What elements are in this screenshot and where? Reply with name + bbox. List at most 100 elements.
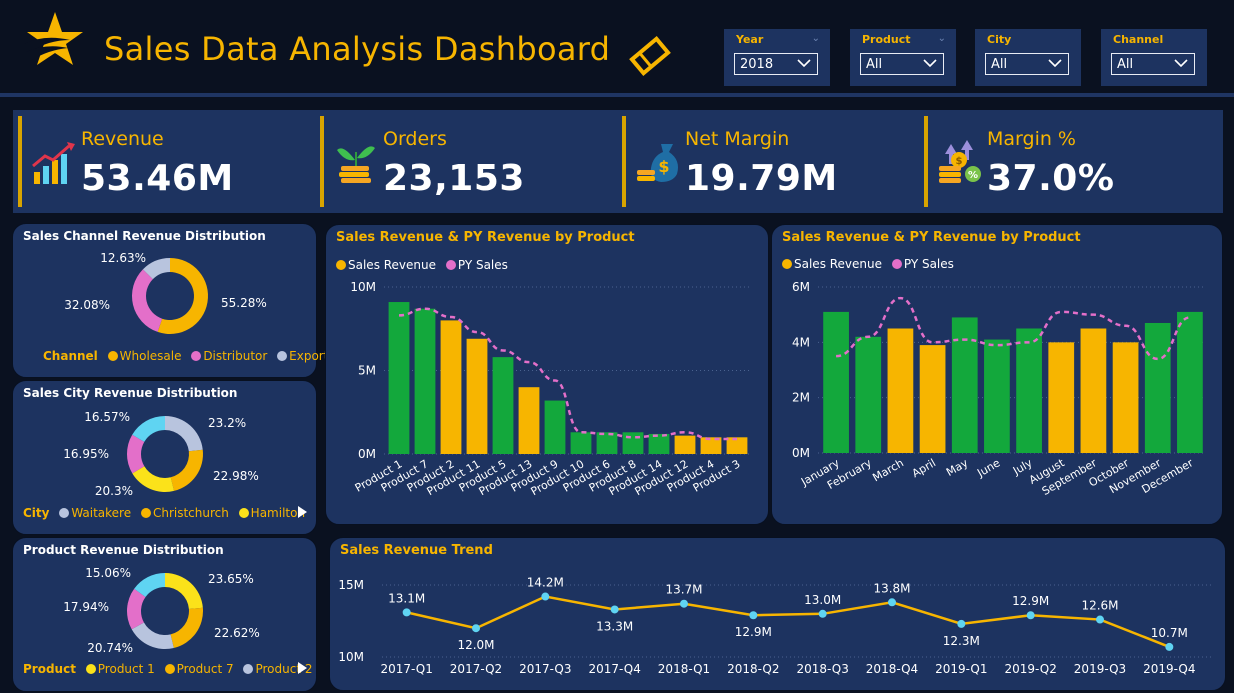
legend-item[interactable]: Christchurch xyxy=(140,506,229,520)
bar[interactable] xyxy=(855,336,882,453)
bar[interactable] xyxy=(596,432,618,454)
bar[interactable] xyxy=(414,308,436,454)
bar[interactable] xyxy=(388,302,410,454)
legend-dot xyxy=(140,508,151,518)
chevron-down-icon xyxy=(1174,59,1188,68)
month-bar-card: Sales Revenue & PY Revenue by Product Sa… xyxy=(771,224,1223,525)
bar[interactable] xyxy=(887,328,914,454)
data-point[interactable] xyxy=(1026,611,1035,620)
data-point[interactable] xyxy=(888,598,896,607)
y-tick-label: 6M xyxy=(792,280,810,294)
bar[interactable] xyxy=(1080,328,1107,454)
city-dropdown[interactable]: All xyxy=(985,53,1069,75)
bar[interactable] xyxy=(466,338,488,454)
donut-ring xyxy=(126,573,203,649)
data-point[interactable] xyxy=(749,611,758,620)
donut-slice[interactable] xyxy=(170,449,204,491)
data-label: 13.0M xyxy=(804,593,841,607)
city-value: All xyxy=(991,57,1008,72)
x-tick-label: 2017-Q4 xyxy=(588,662,640,676)
bar[interactable] xyxy=(518,387,540,454)
legend-item[interactable]: Export xyxy=(277,349,328,363)
slice-label: 15.06% xyxy=(85,566,131,580)
data-point[interactable] xyxy=(610,605,619,614)
x-tick-label: 2018-Q4 xyxy=(866,662,918,676)
legend-next-arrow-icon[interactable] xyxy=(298,662,307,674)
chevron-down-icon[interactable]: ⌄ xyxy=(938,33,946,44)
slice-label: 12.63% xyxy=(100,251,146,265)
data-label: 10.7M xyxy=(1151,626,1188,640)
legend-dot xyxy=(59,508,70,518)
donut-slice[interactable] xyxy=(132,269,163,332)
legend-item[interactable]: Product 1 xyxy=(85,662,155,676)
donut-slice[interactable] xyxy=(165,416,203,452)
legend-label: Product 7 xyxy=(176,662,234,676)
donut-slice[interactable] xyxy=(127,434,145,474)
channel-slicer[interactable]: Channel All xyxy=(1101,29,1207,86)
bar[interactable] xyxy=(570,432,592,454)
city-slicer[interactable]: City All xyxy=(975,29,1081,86)
x-tick-label: 2017-Q1 xyxy=(380,662,432,676)
x-tick-label: April xyxy=(910,456,938,480)
bar[interactable] xyxy=(1048,342,1075,453)
donut-slice[interactable] xyxy=(131,622,174,649)
donut-slice[interactable] xyxy=(132,466,175,492)
legend-item[interactable]: Wholesale xyxy=(107,349,181,363)
month-bar-chart: 0M2M4M6MJanuaryFebruaryMarch April May June… xyxy=(792,280,1206,498)
legend-next-arrow-icon[interactable] xyxy=(298,506,307,518)
bar[interactable] xyxy=(951,317,978,453)
legend-dot xyxy=(238,508,249,518)
slice-label: 22.98% xyxy=(213,469,259,483)
product-dropdown[interactable]: All xyxy=(860,53,944,75)
year-dropdown[interactable]: 2018 xyxy=(734,53,818,75)
data-point[interactable] xyxy=(680,599,688,608)
bar[interactable] xyxy=(1016,328,1042,454)
year-slicer[interactable]: Year ⌄ 2018 xyxy=(724,29,830,86)
donut-slice[interactable] xyxy=(165,573,203,609)
slicer-label: City xyxy=(987,33,1012,46)
data-point[interactable] xyxy=(1096,615,1104,624)
kpi-accent-bar xyxy=(320,116,324,207)
slicer-label: Channel xyxy=(1113,33,1164,46)
bar[interactable] xyxy=(1112,342,1139,453)
x-tick-label: 2018-Q1 xyxy=(658,662,710,676)
bar[interactable] xyxy=(622,432,644,454)
bar[interactable] xyxy=(492,357,514,454)
legend-label: Distributor xyxy=(203,349,268,363)
legend-item[interactable]: Hamilton xyxy=(238,506,305,520)
percent-coins-icon: $ % xyxy=(939,140,981,183)
bar[interactable] xyxy=(544,400,566,454)
bar[interactable] xyxy=(674,435,696,454)
revenue-trend-line xyxy=(406,595,1170,649)
bar[interactable] xyxy=(1144,322,1171,453)
channel-dropdown[interactable]: All xyxy=(1111,53,1195,75)
data-point[interactable] xyxy=(957,619,966,628)
kpi-orders: Orders 23,153 xyxy=(315,110,615,213)
data-point[interactable] xyxy=(402,608,411,617)
data-label: 13.8M xyxy=(873,581,910,595)
product-legend: Product Product 1 Product 7 Product 2 xyxy=(23,662,318,676)
product-slicer[interactable]: Product ⌄ All xyxy=(850,29,956,86)
data-point[interactable] xyxy=(472,624,480,633)
x-tick-label: June xyxy=(974,456,1002,480)
x-tick-label: May xyxy=(944,456,971,479)
legend-item[interactable]: Product 7 xyxy=(164,662,234,676)
bookmark-icon[interactable] xyxy=(628,36,672,76)
bar[interactable] xyxy=(648,433,670,454)
data-point[interactable] xyxy=(541,592,550,601)
bar[interactable] xyxy=(984,339,1010,453)
legend-item[interactable]: Waitakere xyxy=(59,506,131,520)
donut-slice[interactable] xyxy=(170,607,203,648)
bar[interactable] xyxy=(823,311,849,453)
x-tick-label: March xyxy=(870,456,906,484)
data-point[interactable] xyxy=(1165,642,1174,651)
legend-label: Waitakere xyxy=(71,506,132,520)
dashboard-title: Sales Data Analysis Dashboard xyxy=(104,30,611,68)
bar[interactable] xyxy=(919,345,946,453)
x-tick-label: 2019-Q3 xyxy=(1074,662,1126,676)
data-point[interactable] xyxy=(818,609,827,618)
bar[interactable] xyxy=(1177,311,1203,453)
bar[interactable] xyxy=(440,320,462,454)
chevron-down-icon[interactable]: ⌄ xyxy=(812,33,820,44)
legend-item[interactable]: Distributor xyxy=(191,349,267,363)
